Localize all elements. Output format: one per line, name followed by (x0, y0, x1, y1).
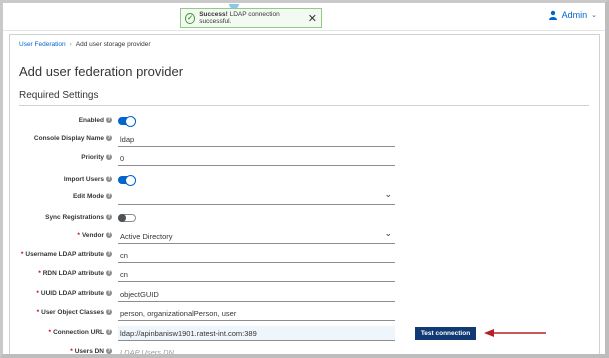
help-icon[interactable]: ? (106, 290, 112, 297)
users-dn-input[interactable]: LDAP Users DN (118, 345, 395, 358)
section-divider (19, 105, 589, 106)
username-attr-input[interactable]: cn (118, 248, 395, 263)
user-menu[interactable]: Admin ⌄ (548, 10, 597, 20)
help-icon[interactable]: ? (106, 348, 112, 355)
edit-mode-select[interactable] (118, 187, 395, 205)
uuid-attr-label: UUID LDAP attribute (40, 290, 104, 297)
check-circle-icon: ✓ (185, 12, 196, 24)
import-users-toggle[interactable] (118, 175, 136, 186)
required-asterisk: * (36, 309, 40, 316)
help-icon[interactable]: ? (106, 135, 112, 142)
chevron-down-icon: ⌄ (591, 12, 597, 19)
import-users-label: Import Users (63, 176, 104, 183)
help-icon[interactable]: ? (106, 329, 112, 336)
help-icon[interactable]: ? (106, 117, 112, 124)
connection-url-label: Connection URL (53, 329, 104, 336)
priority-input[interactable]: 0 (118, 151, 395, 166)
help-icon[interactable]: ? (106, 176, 112, 183)
vendor-select[interactable]: Active Directory (118, 226, 395, 244)
required-asterisk: * (20, 251, 24, 258)
breadcrumb-current: Add user storage provider (75, 41, 151, 48)
success-toast: ✓ Success! LDAP connection successful. ✕ (180, 8, 322, 28)
form-row-username-attr: * Username LDAP attribute? cn (0, 248, 600, 264)
help-icon[interactable]: ? (106, 270, 112, 277)
form-row-enabled: Enabled? (0, 114, 600, 130)
help-icon[interactable]: ? (106, 214, 112, 221)
section-title: Required Settings (19, 90, 99, 101)
users-dn-label: Users DN (74, 348, 104, 355)
form-row-sync-registrations: Sync Registrations? (0, 211, 600, 227)
display-name-label: Console Display Name (33, 135, 104, 142)
breadcrumb: User Federation › Add user storage provide… (19, 41, 151, 48)
form-row-display-name: Console Display Name? ldap (0, 132, 600, 148)
vendor-label: Vendor (81, 232, 104, 239)
required-asterisk: * (77, 232, 80, 239)
required-asterisk: * (70, 348, 73, 355)
username-attr-label: Username LDAP attribute (25, 251, 104, 258)
form-row-priority: Priority? 0 (0, 151, 600, 167)
form-row-vendor: * Vendor? Active Directory (0, 226, 600, 245)
enabled-toggle[interactable] (118, 116, 136, 127)
object-classes-input[interactable]: person, organizationalPerson, user (118, 306, 395, 321)
annotation-arrow-icon (484, 329, 546, 337)
enabled-label: Enabled (78, 117, 104, 124)
breadcrumb-separator: › (69, 41, 72, 48)
object-classes-label: User Object Classes (41, 309, 104, 316)
help-icon[interactable]: ? (106, 232, 112, 239)
user-icon (548, 10, 557, 20)
form-row-object-classes: * User Object Classes? person, organizati… (0, 306, 600, 322)
rdn-attr-label: RDN LDAP attribute (42, 270, 104, 277)
form-row-uuid-attr: * UUID LDAP attribute? objectGUID (0, 287, 600, 303)
rdn-attr-input[interactable]: cn (118, 267, 395, 282)
form-row-users-dn: * Users DN? LDAP Users DN (0, 345, 600, 358)
help-icon[interactable]: ? (106, 193, 112, 200)
user-menu-label: Admin (561, 10, 588, 20)
help-icon[interactable]: ? (106, 309, 112, 316)
display-name-input[interactable]: ldap (118, 132, 395, 147)
page-title: Add user federation provider (19, 64, 184, 79)
test-connection-button[interactable]: Test connection (415, 327, 476, 340)
breadcrumb-link-user-federation[interactable]: User Federation (19, 41, 66, 48)
uuid-attr-input[interactable]: objectGUID (118, 287, 395, 302)
required-asterisk: * (38, 270, 41, 277)
required-asterisk: * (36, 290, 39, 297)
sync-registrations-label: Sync Registrations (45, 214, 104, 221)
edit-mode-label: Edit Mode (72, 193, 104, 200)
required-asterisk: * (48, 329, 52, 336)
close-icon[interactable]: ✕ (308, 12, 317, 25)
priority-label: Priority (81, 154, 104, 161)
sync-registrations-toggle[interactable] (118, 214, 136, 222)
connection-url-input[interactable]: ldap://apinbanisw1901.ratest-int.com:389 (118, 326, 395, 341)
toast-text: Success! LDAP connection successful. (199, 11, 280, 25)
form-row-edit-mode: Edit Mode? (0, 187, 600, 206)
help-icon[interactable]: ? (106, 154, 112, 161)
form-row-import-users: Import Users? (0, 173, 600, 189)
form-row-rdn-attr: * RDN LDAP attribute? cn (0, 267, 600, 283)
help-icon[interactable]: ? (106, 251, 112, 258)
